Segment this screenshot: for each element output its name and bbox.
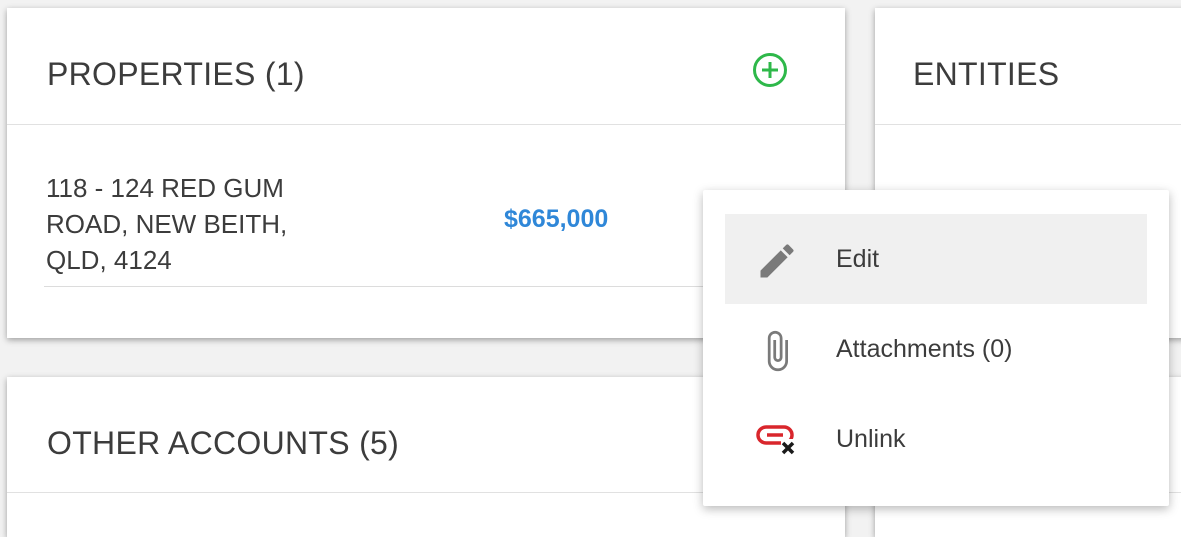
- plus-circle-icon: [753, 53, 787, 87]
- entities-header: ENTITIES: [875, 8, 1181, 125]
- menu-item-unlink-label: Unlink: [836, 425, 906, 453]
- menu-item-attachments[interactable]: Attachments (0): [725, 304, 1147, 394]
- menu-item-attachments-label: Attachments (0): [836, 335, 1013, 363]
- add-property-button[interactable]: [752, 52, 788, 88]
- property-row[interactable]: 118 - 124 RED GUM ROAD, NEW BEITH, QLD, …: [44, 124, 804, 287]
- paperclip-icon: [767, 330, 788, 372]
- menu-item-edit-label: Edit: [836, 245, 880, 273]
- other-accounts-title: OTHER ACCOUNTS (5): [47, 425, 400, 461]
- property-context-menu: Edit Attachments (0) Unlink: [703, 190, 1169, 506]
- property-value: $665,000: [504, 205, 609, 233]
- menu-item-unlink[interactable]: Unlink: [725, 394, 1147, 484]
- pencil-icon: [760, 244, 794, 278]
- property-address: 118 - 124 RED GUM ROAD, NEW BEITH, QLD, …: [46, 173, 288, 275]
- menu-item-edit[interactable]: Edit: [725, 214, 1147, 304]
- properties-title: PROPERTIES (1): [47, 56, 305, 92]
- properties-header: PROPERTIES (1): [7, 8, 845, 125]
- unlink-icon: [756, 425, 799, 459]
- entities-title: ENTITIES: [913, 56, 1060, 92]
